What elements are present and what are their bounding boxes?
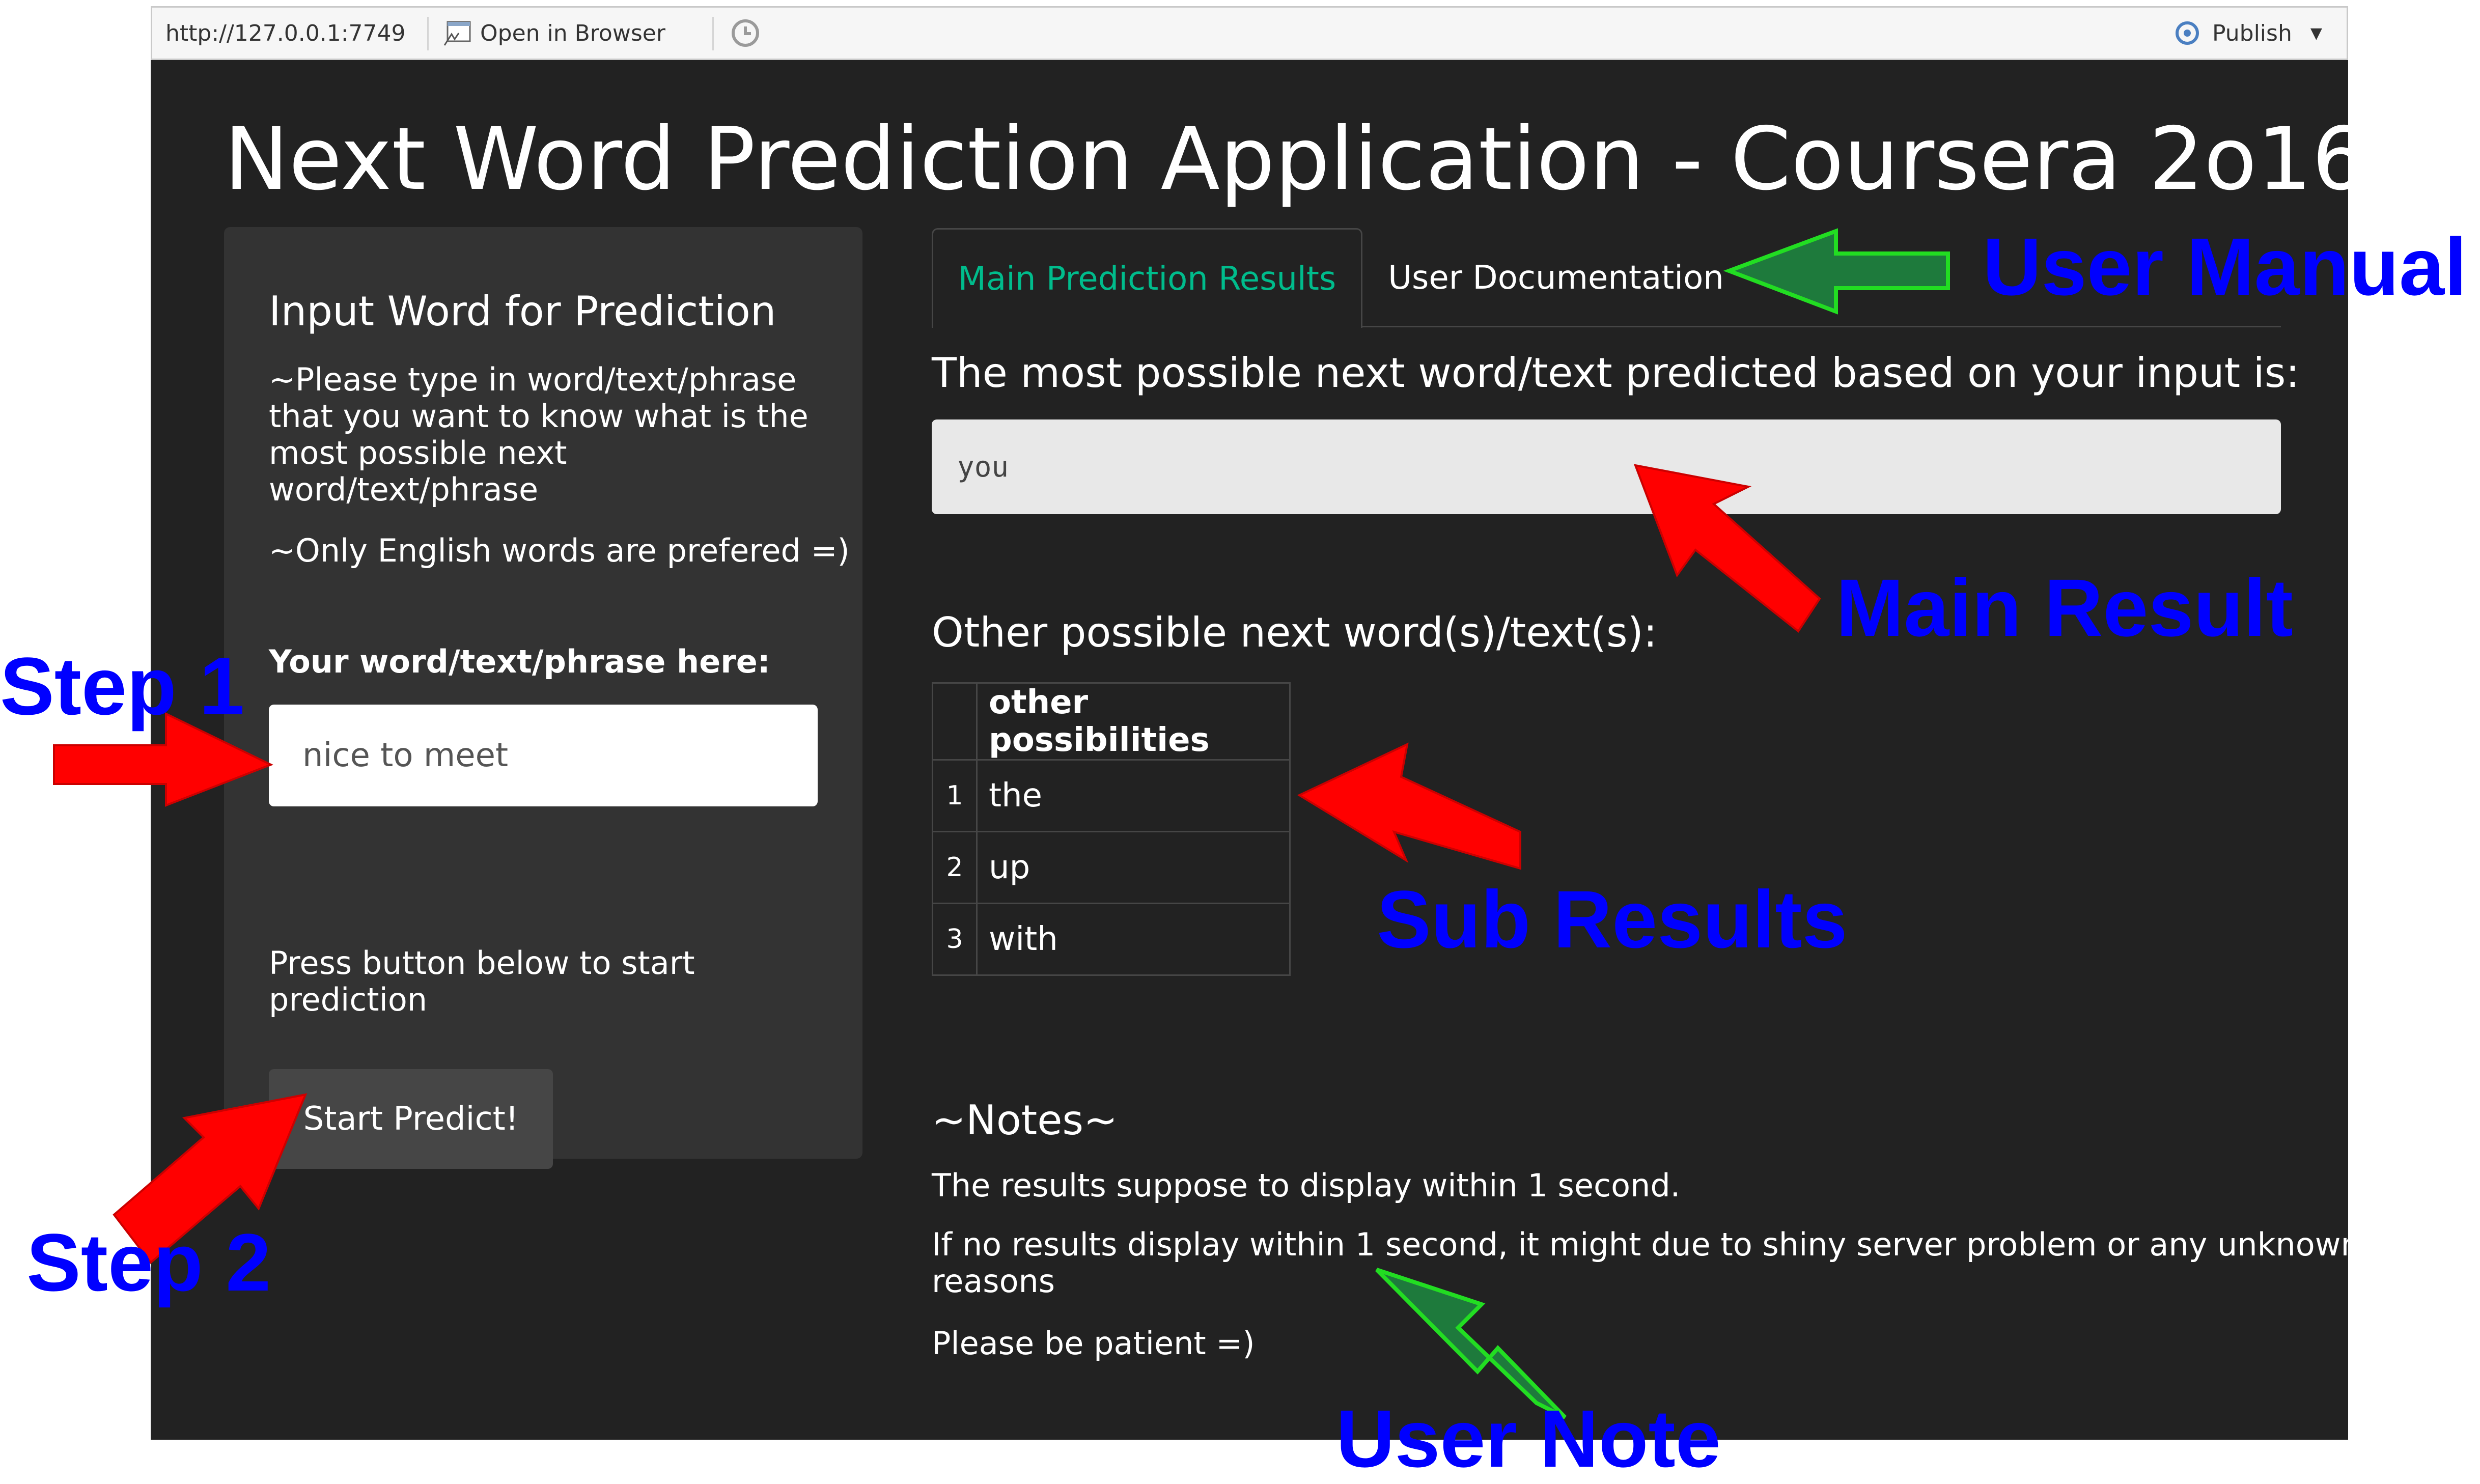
step1-annotation: Step 1	[0, 640, 245, 732]
main-result-annotation: Main Result	[1836, 562, 2293, 653]
main-result-arrow	[1633, 464, 1821, 633]
user-manual-annotation: User Manual	[1983, 221, 2467, 312]
user-note-annotation: User Note	[1336, 1393, 1721, 1484]
sub-results-annotation: Sub Results	[1377, 874, 1848, 965]
user-manual-arrow	[1723, 228, 1950, 315]
step2-annotation: Step 2	[26, 1217, 271, 1308]
sub-results-arrow	[1297, 742, 1521, 870]
